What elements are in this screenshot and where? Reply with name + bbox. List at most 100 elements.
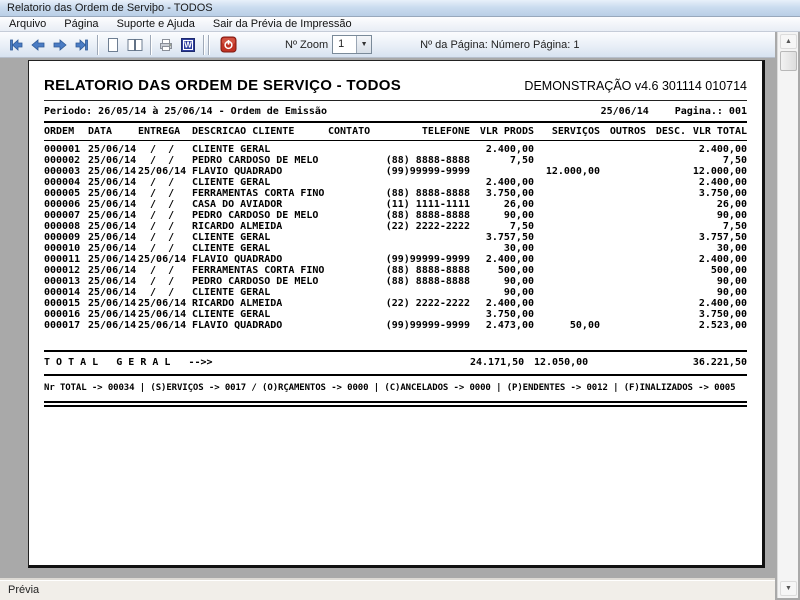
table-cell [600, 309, 646, 320]
two-page-view-button[interactable] [124, 34, 146, 56]
last-page-button[interactable] [71, 34, 93, 56]
table-cell: CLIENTE GERAL [192, 141, 328, 156]
table-cell [646, 320, 686, 331]
table-cell: 2.473,00 [470, 320, 534, 331]
table-cell: 000012 [44, 265, 88, 276]
menu-arquivo[interactable]: Arquivo [0, 17, 55, 31]
table-cell [328, 166, 384, 177]
table-cell: 000002 [44, 155, 88, 166]
column-header: CONTATO [328, 125, 384, 141]
table-cell: (88) 8888-8888 [384, 188, 470, 199]
vertical-scrollbar[interactable]: ▲ ▼ [777, 32, 798, 598]
table-cell [534, 232, 600, 243]
table-row: 00001725/06/1425/06/14FLAVIO QUADRADO(99… [44, 320, 747, 331]
single-page-view-button[interactable] [102, 34, 124, 56]
table-cell: 3.757,50 [470, 232, 534, 243]
table-cell [534, 188, 600, 199]
table-cell [534, 155, 600, 166]
previous-page-button[interactable] [27, 34, 49, 56]
menu-pagina[interactable]: Página [55, 17, 107, 31]
table-cell [646, 287, 686, 298]
table-cell: 000009 [44, 232, 88, 243]
table-cell [384, 243, 470, 254]
table-cell: 2.400,00 [470, 177, 534, 188]
table-cell [328, 298, 384, 309]
chevron-down-icon[interactable]: ▼ [356, 36, 371, 53]
table-cell: 25/06/14 [88, 232, 138, 243]
table-row: 00001325/06/14 / /PEDRO CARDOSO DE MELO(… [44, 276, 747, 287]
table-cell: 25/06/14 [88, 298, 138, 309]
table-cell: 500,00 [686, 265, 747, 276]
close-preview-button[interactable] [217, 34, 239, 56]
column-header: TELEFONE [384, 125, 470, 141]
report-end-rule [44, 401, 747, 407]
zoom-label: Nº Zoom [285, 39, 328, 51]
table-cell: 000005 [44, 188, 88, 199]
table-cell: 3.750,00 [470, 188, 534, 199]
table-row: 00000625/06/14 / /CASA DO AVIADOR(11) 11… [44, 199, 747, 210]
toolbar: W Nº Zoom 1 ▼ Nº da Página: Número Págin… [0, 32, 775, 58]
table-cell: CLIENTE GERAL [192, 287, 328, 298]
table-cell: (88) 8888-8888 [384, 265, 470, 276]
table-row: 00001425/06/14 / /CLIENTE GERAL90,0090,0… [44, 287, 747, 298]
scrollbar-thumb[interactable] [780, 51, 797, 71]
table-cell [600, 276, 646, 287]
table-cell [646, 177, 686, 188]
table-cell [328, 221, 384, 232]
table-cell: 30,00 [470, 243, 534, 254]
table-cell: (88) 8888-8888 [384, 155, 470, 166]
table-cell: / / [138, 265, 192, 276]
table-cell [646, 155, 686, 166]
table-cell [384, 232, 470, 243]
table-row: 00001525/06/1425/06/14RICARDO ALMEIDA(22… [44, 298, 747, 309]
menu-sair-da-previa[interactable]: Sair da Prévia de Impressão [204, 17, 361, 31]
menu-suporte-e-ajuda[interactable]: Suporte e Ajuda [108, 17, 204, 31]
table-cell [328, 232, 384, 243]
menu-bar: Arquivo Página Suporte e Ajuda Sair da P… [0, 17, 800, 32]
zoom-select[interactable]: 1 ▼ [332, 35, 372, 54]
next-page-button[interactable] [49, 34, 71, 56]
table-cell: 25/06/14 [88, 166, 138, 177]
column-header: DESCRICAO CLIENTE [192, 125, 328, 141]
toolbar-separator [208, 35, 209, 55]
table-cell: 7,50 [686, 155, 747, 166]
report-period-row: Periodo: 26/05/14 à 25/06/14 - Ordem de … [44, 101, 747, 123]
table-cell [600, 287, 646, 298]
table-cell: 25/06/14 [138, 166, 192, 177]
export-word-button[interactable]: W [177, 34, 199, 56]
total-servicos: 12.050,00 [534, 351, 600, 375]
close-preview-icon [220, 36, 237, 53]
total-vlr-prods: 24.171,50 [470, 351, 534, 375]
scroll-up-icon[interactable]: ▲ [780, 34, 797, 49]
print-button[interactable] [155, 34, 177, 56]
table-cell: 25/06/14 [88, 287, 138, 298]
table-cell [328, 287, 384, 298]
toolbar-separator [97, 35, 98, 55]
table-cell: 25/06/14 [138, 320, 192, 331]
table-cell: 25/06/14 [88, 141, 138, 156]
report-header: RELATORIO DAS ORDEM DE SERVIÇO - TODOS D… [44, 77, 747, 101]
table-cell: 000010 [44, 243, 88, 254]
table-cell: 25/06/14 [138, 298, 192, 309]
report-title: RELATORIO DAS ORDEM DE SERVIÇO - TODOS [44, 77, 401, 94]
table-cell [328, 177, 384, 188]
table-cell: 25/06/14 [88, 221, 138, 232]
table-row: 00000225/06/14 / /PEDRO CARDOSO DE MELO(… [44, 155, 747, 166]
table-cell: 30,00 [686, 243, 747, 254]
scroll-down-icon[interactable]: ▼ [780, 581, 797, 596]
table-cell: 12.000,00 [534, 166, 600, 177]
table-cell: 90,00 [470, 210, 534, 221]
table-cell [328, 265, 384, 276]
table-cell: 000007 [44, 210, 88, 221]
table-cell [328, 309, 384, 320]
table-cell [600, 254, 646, 265]
table-cell [384, 177, 470, 188]
table-cell: 26,00 [686, 199, 747, 210]
table-cell: 25/06/14 [88, 320, 138, 331]
svg-text:W: W [184, 40, 192, 49]
table-cell: / / [138, 243, 192, 254]
table-cell [646, 243, 686, 254]
table-cell: CLIENTE GERAL [192, 232, 328, 243]
page-info-label: Nº da Página: Número Página: 1 [420, 39, 579, 51]
first-page-button[interactable] [5, 34, 27, 56]
